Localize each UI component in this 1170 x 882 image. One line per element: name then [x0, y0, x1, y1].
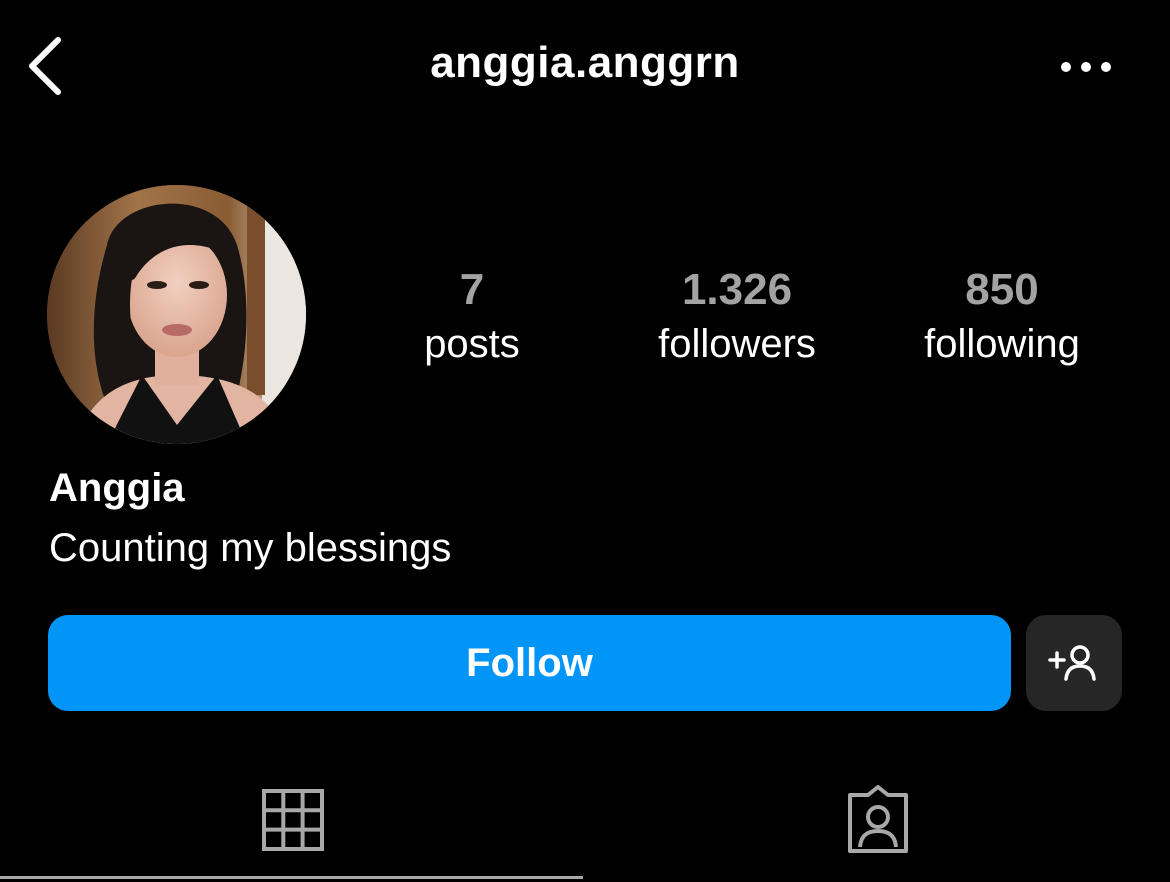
add-person-icon: [1048, 645, 1096, 681]
profile-screen: anggia.anggrn 7 posts 1.326 followers 85…: [0, 0, 1170, 882]
suggested-accounts-button[interactable]: [1026, 615, 1122, 711]
stat-posts-label: posts: [424, 322, 520, 366]
chevron-left-icon: [29, 37, 61, 95]
avatar[interactable]: [47, 185, 306, 444]
stat-following-value: 850: [965, 265, 1039, 314]
profile-username: anggia.anggrn: [430, 38, 740, 87]
follow-button[interactable]: Follow: [48, 615, 1011, 711]
stat-followers-value: 1.326: [681, 265, 793, 314]
stat-followers-label: followers: [658, 322, 816, 366]
more-horizontal-icon: [1061, 62, 1111, 72]
profile-photo: [47, 185, 306, 444]
grid-icon: [261, 789, 324, 851]
stat-posts[interactable]: 7 posts: [392, 262, 552, 370]
stat-posts-value: 7: [459, 265, 485, 314]
active-tab-indicator: [0, 876, 583, 879]
tagged-person-icon: [847, 785, 908, 853]
tab-posts-grid[interactable]: [0, 770, 585, 870]
tab-tagged[interactable]: [585, 770, 1170, 870]
stat-following-label: following: [924, 322, 1080, 366]
bio-text: Counting my blessings: [49, 526, 452, 570]
display-name: Anggia: [49, 466, 185, 510]
more-options-button[interactable]: [1055, 52, 1117, 82]
back-button[interactable]: [22, 34, 72, 98]
stat-followers[interactable]: 1.326 followers: [632, 262, 842, 370]
stat-following[interactable]: 850 following: [902, 262, 1102, 370]
